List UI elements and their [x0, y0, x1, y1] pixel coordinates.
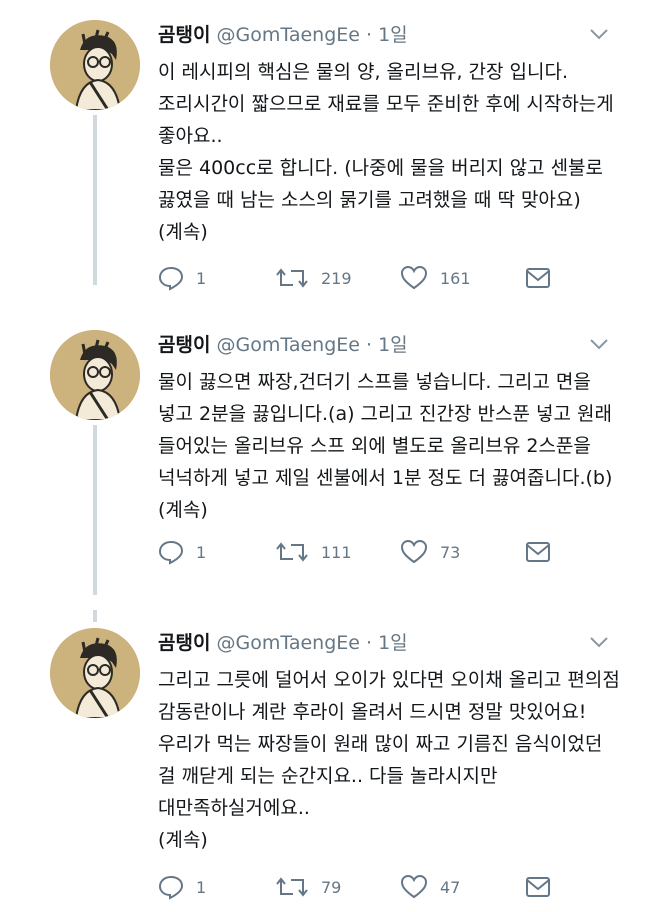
tweet-text: 물이 끓으면 짜장,건더기 스프를 넣습니다. 그리고 면을 넣고 2분을 끓입…	[158, 366, 628, 526]
separator-dot: ·	[366, 24, 373, 46]
retweet-icon	[275, 874, 309, 900]
like-button[interactable]: 161	[400, 263, 471, 293]
reply-count: 1	[196, 542, 207, 562]
tweet-actions: 1 79 47	[158, 872, 578, 902]
reply-button[interactable]: 1	[158, 263, 206, 293]
tweet-text-line: 그리고 그릇에 덜어서 오이가 있다면 오이채 올리고 편의점	[158, 669, 620, 691]
envelope-icon	[525, 876, 551, 898]
display-name[interactable]: 곰탱이	[158, 632, 210, 654]
user-handle[interactable]: @GomTaengEe	[217, 632, 360, 654]
reply-button[interactable]: 1	[158, 872, 206, 902]
retweet-button[interactable]: 111	[275, 537, 352, 567]
like-button[interactable]: 47	[400, 872, 460, 902]
tweet[interactable]: 곰탱이 @GomTaengEe · 1일 이 레시피의 핵심은 물의 양, 올리…	[0, 20, 659, 300]
tweet-text-line: 감동란이나 계란 후라이 올려서 드시면 정말 맛있어요!	[158, 701, 587, 723]
tweet-text-line: 넉넉하게 넣고 제일 센불에서 1분 정도 더 끓여줍니다.(b)	[158, 467, 613, 489]
retweet-button[interactable]: 79	[275, 872, 341, 902]
tweet[interactable]: 곰탱이 @GomTaengEe · 1일 물이 끓으면 짜장,건더기 스프를 넣…	[0, 330, 659, 590]
reply-count: 1	[196, 268, 207, 288]
tweet-text-line: (계속)	[158, 221, 208, 243]
tweet-text-line: (계속)	[158, 499, 208, 521]
like-button[interactable]: 73	[400, 537, 460, 567]
tweet-actions: 1 111 73	[158, 537, 578, 567]
tweet-text-line: 끓였을 때 남는 소스의 묽기를 고려했을 때 딱 맞아요)	[158, 189, 581, 211]
tweet-text: 이 레시피의 핵심은 물의 양, 올리브유, 간장 입니다. 조리시간이 짧으므…	[158, 56, 628, 248]
tweet-text-line: 물이 끓으면 짜장,건더기 스프를 넣습니다. 그리고 면을	[158, 371, 591, 393]
heart-icon	[400, 265, 428, 291]
tweet-text: 그리고 그릇에 덜어서 오이가 있다면 오이채 올리고 편의점 감동란이나 계란…	[158, 664, 628, 856]
tweet-timestamp[interactable]: 1일	[378, 24, 408, 46]
retweet-button[interactable]: 219	[275, 263, 352, 293]
reply-button[interactable]: 1	[158, 537, 206, 567]
heart-icon	[400, 874, 428, 900]
separator-dot: ·	[366, 632, 373, 654]
like-count: 161	[440, 268, 471, 288]
tweet-text-line: 좋아요..	[158, 125, 223, 147]
user-handle[interactable]: @GomTaengEe	[217, 24, 360, 46]
chevron-down-icon[interactable]	[588, 336, 610, 350]
tweet-text-line: 물은 400cc로 합니다. (나중에 물을 버리지 않고 센불로	[158, 157, 604, 179]
reply-icon	[158, 539, 184, 565]
avatar[interactable]	[50, 628, 140, 718]
tweet-actions: 1 219 161	[158, 263, 578, 293]
separator-dot: ·	[366, 334, 373, 356]
tweet[interactable]: 곰탱이 @GomTaengEe · 1일 그리고 그릇에 덜어서 오이가 있다면…	[0, 628, 659, 912]
retweet-icon	[275, 539, 309, 565]
chevron-down-icon[interactable]	[588, 26, 610, 40]
envelope-icon	[525, 541, 551, 563]
reply-icon	[158, 874, 184, 900]
display-name[interactable]: 곰탱이	[158, 334, 210, 356]
reply-count: 1	[196, 877, 207, 897]
tweet-text-line: (계속)	[158, 829, 208, 851]
retweet-icon	[275, 265, 309, 291]
tweet-text-line: 대만족하실거에요..	[158, 797, 310, 819]
avatar[interactable]	[50, 20, 140, 110]
direct-message-button[interactable]	[525, 537, 551, 567]
like-count: 47	[440, 877, 461, 897]
retweet-count: 111	[321, 542, 352, 562]
tweet-text-line: 들어있는 올리브유 스프 외에 별도로 올리브유 2스푼을	[158, 435, 591, 457]
tweet-timestamp[interactable]: 1일	[378, 632, 408, 654]
tweet-text-line: 이 레시피의 핵심은 물의 양, 올리브유, 간장 입니다.	[158, 61, 568, 83]
heart-icon	[400, 539, 428, 565]
thread-line	[93, 610, 97, 622]
retweet-count: 79	[321, 877, 342, 897]
tweet-text-line: 걸 깨닫게 되는 순간지요.. 다들 놀라시지만	[158, 765, 498, 787]
tweet-text-line: 우리가 먹는 짜장들이 원래 많이 짜고 기름진 음식이었던	[158, 733, 603, 755]
direct-message-button[interactable]	[525, 263, 551, 293]
tweet-text-line: 넣고 2분을 끓입니다.(a) 그리고 진간장 반스푼 넣고 원래	[158, 403, 612, 425]
like-count: 73	[440, 542, 461, 562]
avatar[interactable]	[50, 330, 140, 420]
tweet-timestamp[interactable]: 1일	[378, 334, 408, 356]
display-name[interactable]: 곰탱이	[158, 24, 210, 46]
chevron-down-icon[interactable]	[588, 634, 610, 648]
envelope-icon	[525, 267, 551, 289]
tweet-text-line: 조리시간이 짧으므로 재료를 모두 준비한 후에 시작하는게	[158, 93, 614, 115]
retweet-count: 219	[321, 268, 352, 288]
direct-message-button[interactable]	[525, 872, 551, 902]
user-handle[interactable]: @GomTaengEe	[217, 334, 360, 356]
reply-icon	[158, 265, 184, 291]
